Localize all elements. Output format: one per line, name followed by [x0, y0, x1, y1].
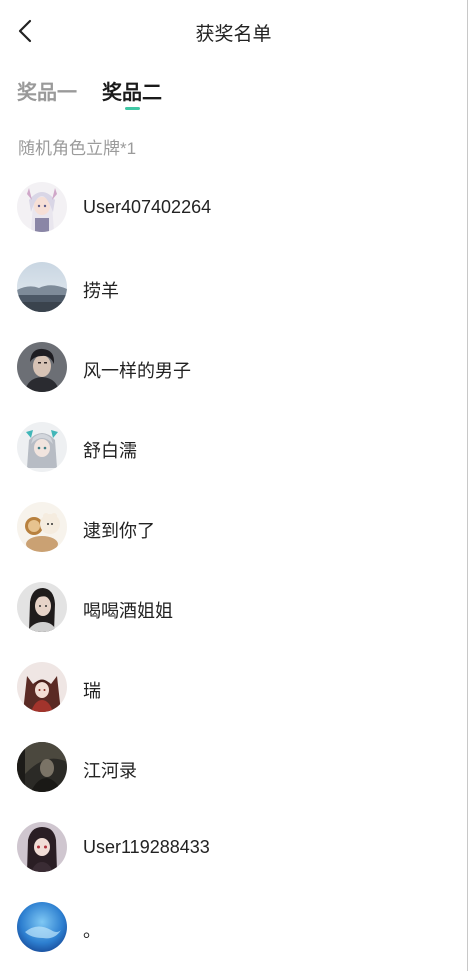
cartoon-animals-avatar — [17, 502, 67, 552]
winner-row[interactable]: 喝喝酒姐姐 — [0, 568, 467, 648]
fox-girl-avatar — [17, 662, 67, 712]
winner-row[interactable]: 逮到你了 — [0, 488, 467, 568]
winner-row[interactable]: 瑞 — [0, 648, 467, 728]
prize-name: 随机角色立牌*1 — [18, 139, 137, 158]
winner-list: User407402264 捞羊 风一样的男子 舒白濡 逮到你了 喝喝酒姐姐 瑞… — [0, 168, 467, 968]
blue-ocean-avatar — [17, 902, 67, 952]
landscape-sea-avatar — [17, 262, 67, 312]
anime-girl-white-hair-avatar — [17, 182, 67, 232]
tab-prize-1[interactable]: 奖品一 — [17, 76, 77, 105]
header-bar: 获奖名单 — [0, 0, 467, 62]
winner-name: 捞羊 — [83, 281, 119, 301]
winner-row[interactable]: 舒白濡 — [0, 408, 467, 488]
winner-name: User119288433 — [83, 837, 210, 857]
winner-name: 瑞 — [83, 681, 101, 701]
winner-name: 喝喝酒姐姐 — [83, 601, 173, 621]
winner-name: 风一样的男子 — [83, 361, 191, 381]
tab-prize-2[interactable]: 奖品二 — [102, 76, 162, 105]
silver-hair-girl-avatar — [17, 422, 67, 472]
winner-row[interactable]: 江河录 — [0, 728, 467, 808]
winner-name: User407402264 — [83, 197, 212, 217]
winner-row[interactable]: 。 — [0, 888, 467, 968]
realistic-woman-avatar — [17, 582, 67, 632]
anime-girl-dark-hair-avatar — [17, 822, 67, 872]
winner-name: 。 — [83, 921, 101, 941]
active-tab-indicator — [125, 107, 140, 110]
winner-row[interactable]: 捞羊 — [0, 248, 467, 328]
dark-hair-boy-avatar — [17, 342, 67, 392]
winner-name: 江河录 — [83, 761, 137, 781]
winner-row[interactable]: 风一样的男子 — [0, 328, 467, 408]
page-title: 获奖名单 — [195, 24, 272, 45]
winner-row[interactable]: User119288433 — [0, 808, 467, 888]
prize-tabs: 奖品一 奖品二 — [0, 76, 467, 116]
winner-row[interactable]: User407402264 — [0, 168, 467, 248]
winner-name: 逮到你了 — [83, 521, 155, 541]
winner-name: 舒白濡 — [83, 441, 137, 461]
dark-figure-avatar — [17, 742, 67, 792]
